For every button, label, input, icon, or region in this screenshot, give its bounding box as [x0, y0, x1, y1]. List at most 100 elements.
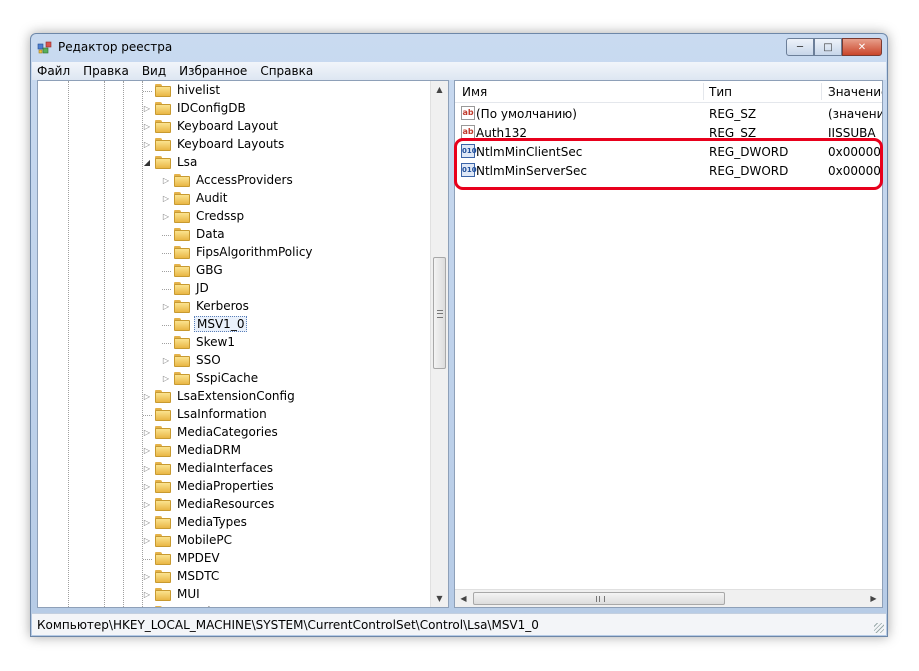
- scroll-right-arrow-icon[interactable]: ▶: [865, 590, 882, 607]
- tree-item-label[interactable]: AccessProviders: [194, 173, 295, 187]
- tree-item[interactable]: ▷ Keyboard Layout: [38, 118, 428, 136]
- list-horizontal-scrollbar[interactable]: ◀ ▶: [455, 589, 882, 607]
- tree-item[interactable]: ▷ SSO: [38, 352, 428, 370]
- tree-item[interactable]: ▷ MSDTC: [38, 568, 428, 586]
- tree-item[interactable]: MSV1_0: [38, 316, 428, 334]
- tree-item[interactable]: ▷NetDiagFx: [38, 604, 428, 607]
- column-divider[interactable]: [821, 83, 822, 100]
- value-row[interactable]: 010NtlmMinServerSec REG_DWORD 0x0000000: [455, 161, 882, 180]
- tree-item-label[interactable]: JD: [194, 281, 211, 295]
- tree-item-label[interactable]: Credssp: [194, 209, 246, 223]
- tree-expand-icon[interactable]: ▷: [162, 302, 170, 311]
- tree-item[interactable]: ▷ MediaResources: [38, 496, 428, 514]
- tree-item[interactable]: ▷ Audit: [38, 190, 428, 208]
- tree-item-label[interactable]: LsaExtensionConfig: [175, 389, 297, 403]
- tree-item-label[interactable]: GBG: [194, 263, 225, 277]
- tree-item[interactable]: ◢ Lsa: [38, 154, 428, 172]
- tree-item-label[interactable]: Keyboard Layout: [175, 119, 280, 133]
- values-list[interactable]: Имя Тип Значение ab (По умолчанию) REG_SZ (…: [454, 80, 883, 608]
- tree-item[interactable]: ▷ MUI: [38, 586, 428, 604]
- tree-item[interactable]: hivelist: [38, 82, 428, 100]
- menu-view[interactable]: Вид: [142, 64, 166, 78]
- tree-item[interactable]: ▷ MediaDRM: [38, 442, 428, 460]
- column-value[interactable]: Значение: [828, 85, 882, 99]
- tree-expand-icon[interactable]: ▷: [143, 446, 151, 455]
- tree-item-label[interactable]: MUI: [175, 587, 202, 601]
- tree-item[interactable]: ▷ MediaTypes: [38, 514, 428, 532]
- tree-expand-icon[interactable]: ▷: [143, 122, 151, 131]
- menu-edit[interactable]: Правка: [83, 64, 129, 78]
- scroll-up-arrow-icon[interactable]: ▲: [431, 81, 448, 98]
- tree-expand-icon[interactable]: ▷: [143, 590, 151, 599]
- tree-item-label[interactable]: MediaCategories: [175, 425, 280, 439]
- tree-item-label[interactable]: MediaDRM: [175, 443, 243, 457]
- tree-item-label[interactable]: MSDTC: [175, 569, 221, 583]
- menu-favorites[interactable]: Избранное: [179, 64, 247, 78]
- scroll-left-arrow-icon[interactable]: ◀: [455, 590, 472, 607]
- scroll-down-arrow-icon[interactable]: ▼: [431, 590, 448, 607]
- tree-expand-icon[interactable]: ▷: [143, 500, 151, 509]
- minimize-button[interactable]: ─: [786, 38, 814, 56]
- key-tree[interactable]: hivelist ▷ IDConfigDB ▷ Keyboard Layout ▷ Keyb…: [37, 80, 449, 608]
- close-button[interactable]: ✕: [842, 38, 882, 56]
- menu-help[interactable]: Справка: [260, 64, 313, 78]
- tree-item[interactable]: Skew1: [38, 334, 428, 352]
- column-name[interactable]: Имя: [462, 85, 487, 99]
- list-scroll-thumb[interactable]: [473, 592, 725, 605]
- tree-item-label[interactable]: SspiCache: [194, 371, 260, 385]
- tree-expand-icon[interactable]: ▷: [143, 572, 151, 581]
- tree-item-label[interactable]: IDConfigDB: [175, 101, 248, 115]
- tree-item-label[interactable]: NetDiagFx: [175, 605, 242, 607]
- tree-item-label[interactable]: Kerberos: [194, 299, 251, 313]
- tree-item-label[interactable]: MediaInterfaces: [175, 461, 275, 475]
- tree-item[interactable]: ▷ IDConfigDB: [38, 100, 428, 118]
- tree-item[interactable]: ▷ MediaProperties: [38, 478, 428, 496]
- tree-item[interactable]: ▷ Kerberos: [38, 298, 428, 316]
- tree-expand-icon[interactable]: ▷: [162, 194, 170, 203]
- tree-item-label[interactable]: SSO: [194, 353, 223, 367]
- tree-item-label[interactable]: Keyboard Layouts: [175, 137, 286, 151]
- tree-item-label[interactable]: MSV1_0: [194, 316, 248, 332]
- tree-item[interactable]: MPDEV: [38, 550, 428, 568]
- tree-item-label[interactable]: MediaProperties: [175, 479, 276, 493]
- tree-item-label[interactable]: Lsa: [175, 155, 199, 169]
- tree-expand-icon[interactable]: ▷: [143, 428, 151, 437]
- column-divider[interactable]: [703, 83, 704, 100]
- resize-grip-icon[interactable]: [874, 623, 884, 633]
- tree-item[interactable]: ▷ MediaInterfaces: [38, 460, 428, 478]
- tree-item-label[interactable]: Data: [194, 227, 227, 241]
- tree-item[interactable]: ▷ SspiCache: [38, 370, 428, 388]
- value-row[interactable]: 010NtlmMinClientSec REG_DWORD 0x0000000: [455, 142, 882, 161]
- tree-expand-icon[interactable]: ▷: [143, 392, 151, 401]
- tree-item-label[interactable]: MediaTypes: [175, 515, 249, 529]
- tree-item-label[interactable]: MPDEV: [175, 551, 222, 565]
- tree-expand-icon[interactable]: ▷: [162, 176, 170, 185]
- tree-item[interactable]: ▷ Keyboard Layouts: [38, 136, 428, 154]
- tree-scroll-thumb[interactable]: [433, 257, 446, 369]
- tree-item-label[interactable]: Skew1: [194, 335, 237, 349]
- tree-item-label[interactable]: hivelist: [175, 83, 222, 97]
- tree-expand-icon[interactable]: ▷: [143, 536, 151, 545]
- menu-file[interactable]: Файл: [37, 64, 70, 78]
- tree-expand-icon[interactable]: ▷: [143, 140, 151, 149]
- tree-expand-icon[interactable]: ▷: [162, 374, 170, 383]
- tree-item[interactable]: ▷ Credssp: [38, 208, 428, 226]
- tree-item[interactable]: GBG: [38, 262, 428, 280]
- tree-expand-icon[interactable]: ▷: [162, 356, 170, 365]
- tree-expand-icon[interactable]: ▷: [143, 518, 151, 527]
- tree-item[interactable]: JD: [38, 280, 428, 298]
- tree-item[interactable]: ▷ MobilePC: [38, 532, 428, 550]
- tree-item-label[interactable]: Audit: [194, 191, 229, 205]
- tree-item[interactable]: LsaInformation: [38, 406, 428, 424]
- tree-item-label[interactable]: MediaResources: [175, 497, 276, 511]
- tree-item[interactable]: Data: [38, 226, 428, 244]
- tree-item[interactable]: ▷ MediaCategories: [38, 424, 428, 442]
- title-bar[interactable]: Редактор реестра ─ □ ✕: [31, 34, 887, 62]
- tree-collapse-icon[interactable]: ◢: [143, 158, 151, 167]
- tree-item[interactable]: FipsAlgorithmPolicy: [38, 244, 428, 262]
- value-row[interactable]: ab Auth132 REG_SZ IISSUBA: [455, 123, 882, 142]
- tree-expand-icon[interactable]: ▷: [143, 464, 151, 473]
- column-type[interactable]: Тип: [709, 85, 732, 99]
- tree-item[interactable]: ▷ AccessProviders: [38, 172, 428, 190]
- tree-expand-icon[interactable]: ▷: [143, 104, 151, 113]
